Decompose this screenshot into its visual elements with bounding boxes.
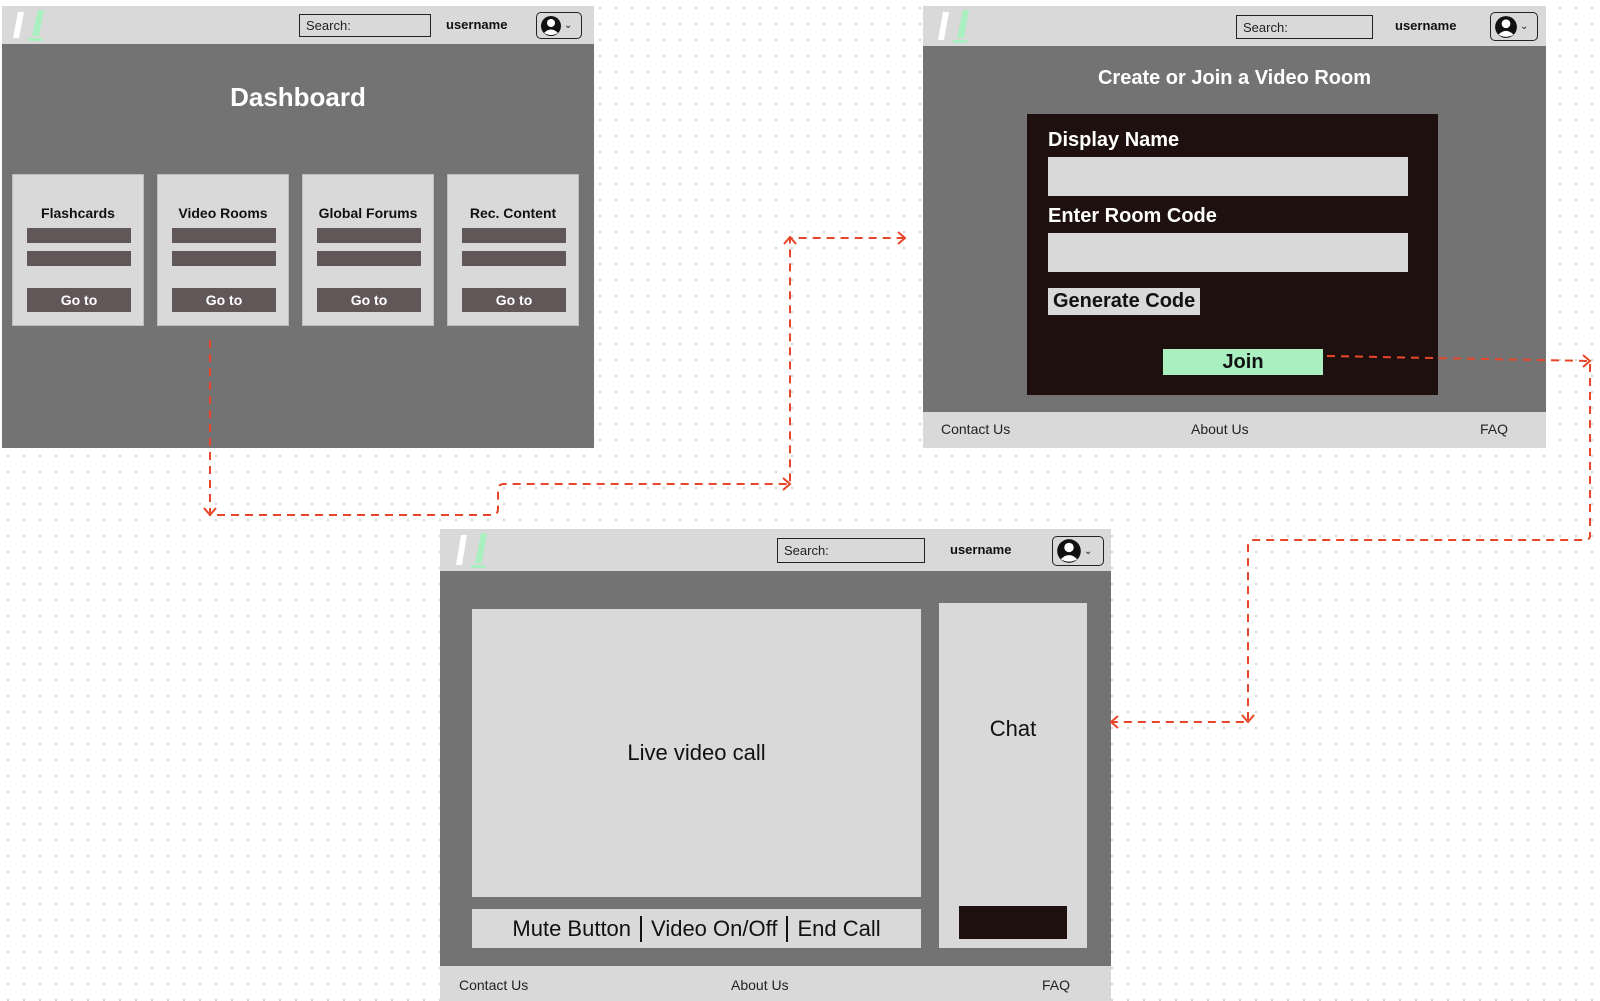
flow-connector — [209, 237, 905, 516]
flow-connector — [1111, 355, 1591, 723]
flow-arrows — [203, 231, 1592, 729]
arrowheads — [203, 231, 1592, 729]
